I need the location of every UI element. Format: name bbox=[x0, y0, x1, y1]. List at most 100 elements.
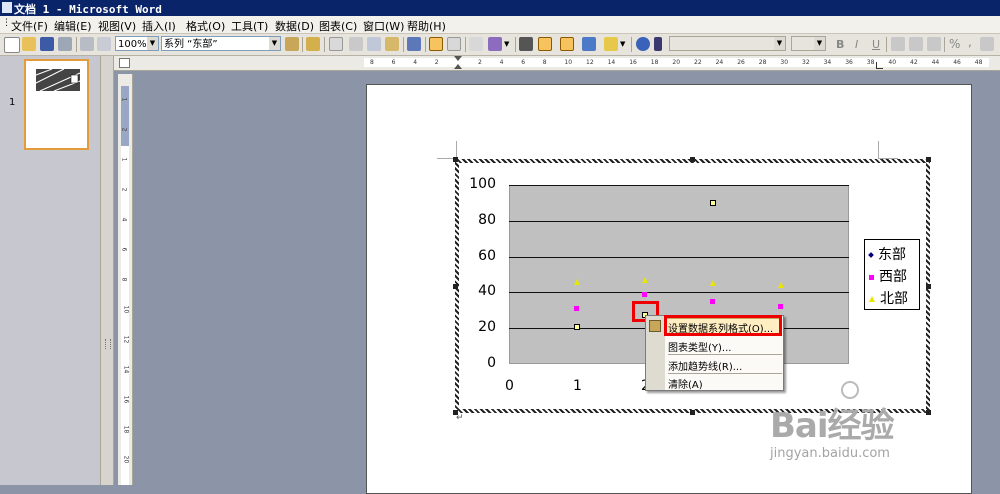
save-icon[interactable] bbox=[40, 37, 54, 51]
ruler-tick-label: 6 bbox=[120, 247, 128, 252]
ruler-tick-label: 36 bbox=[845, 59, 853, 66]
tab-selector-icon[interactable] bbox=[119, 58, 130, 68]
increase-decimal-icon[interactable] bbox=[980, 37, 994, 51]
chart-type-icon[interactable] bbox=[488, 37, 502, 51]
menu-data[interactable]: 数据(D) bbox=[275, 18, 314, 34]
first-line-indent-icon[interactable] bbox=[454, 56, 462, 61]
percent-button[interactable]: % bbox=[949, 37, 960, 51]
ruler-tick-label: 38 bbox=[866, 59, 875, 66]
data-table-icon[interactable] bbox=[469, 37, 483, 51]
ruler-tick-label: 26 bbox=[737, 59, 745, 66]
open-folder-icon[interactable] bbox=[22, 37, 36, 51]
y-tick-label: 100 bbox=[469, 176, 496, 192]
y-gridline bbox=[509, 185, 849, 186]
ruler-tick-label: 1 bbox=[120, 157, 128, 162]
resize-handle[interactable] bbox=[926, 284, 931, 289]
help-icon[interactable] bbox=[636, 37, 650, 51]
ruler-tick-label: 20 bbox=[122, 455, 130, 464]
chevron-down-icon: ▼ bbox=[814, 37, 825, 50]
menu-insert[interactable]: 插入(I) bbox=[142, 18, 176, 34]
chevron-down-icon[interactable]: ▼ bbox=[620, 37, 628, 51]
gridlines-icon[interactable] bbox=[519, 37, 533, 51]
resize-handle[interactable] bbox=[690, 157, 695, 162]
value-gridlines-icon[interactable] bbox=[538, 37, 552, 51]
align-center-icon[interactable] bbox=[909, 37, 923, 51]
font-name-select[interactable]: ▼ bbox=[669, 36, 786, 51]
horizontal-ruler[interactable]: 8 6 4 2 2 4 6 8 10 12 14 16 18 20 22 24 26 28 30 32 34 36 38 40… bbox=[114, 56, 1000, 71]
menu-edit[interactable]: 编辑(E) bbox=[54, 18, 92, 34]
by-row-icon[interactable] bbox=[429, 37, 443, 51]
align-right-icon[interactable] bbox=[927, 37, 941, 51]
drawing-icon[interactable] bbox=[582, 37, 596, 51]
print-icon[interactable] bbox=[80, 37, 94, 51]
resize-handle[interactable] bbox=[926, 157, 931, 162]
y-tick-label: 60 bbox=[478, 248, 496, 264]
ruler-tick-label: 24 bbox=[715, 59, 724, 66]
menu-help[interactable]: 帮助(H) bbox=[407, 18, 446, 34]
undo-icon[interactable] bbox=[407, 37, 421, 51]
toolbar-separator bbox=[76, 37, 77, 52]
new-doc-icon[interactable] bbox=[4, 37, 20, 53]
comma-button[interactable]: , bbox=[968, 35, 972, 49]
toolbar-separator bbox=[302, 37, 303, 52]
format-series-icon[interactable] bbox=[285, 37, 299, 51]
data-point-west bbox=[778, 304, 783, 309]
menu-tools[interactable]: 工具(T) bbox=[231, 18, 268, 34]
cut-icon[interactable] bbox=[349, 37, 363, 51]
menu-item-add-trendline[interactable]: 添加趋势线(R)... bbox=[668, 358, 742, 373]
menu-grip-icon: ⋮ bbox=[2, 18, 11, 28]
toolbar-separator bbox=[403, 37, 404, 52]
copy-icon[interactable] bbox=[367, 37, 381, 51]
import-file-icon[interactable] bbox=[306, 37, 320, 51]
resize-handle[interactable] bbox=[690, 410, 695, 415]
fill-color-icon[interactable] bbox=[604, 37, 618, 51]
splitter-grip-icon bbox=[105, 339, 111, 349]
y-gridline bbox=[509, 292, 849, 293]
italic-button[interactable]: I bbox=[855, 38, 858, 51]
align-left-icon[interactable] bbox=[891, 37, 905, 51]
resize-handle[interactable] bbox=[453, 284, 458, 289]
ruler-tick-label: 14 bbox=[607, 59, 616, 66]
legend-icon[interactable] bbox=[560, 37, 574, 51]
ruler-tick-label: 8 bbox=[120, 277, 128, 282]
font-size-select[interactable]: ▼ bbox=[791, 36, 826, 51]
chart-object-select[interactable]: 系列 “东部” ▼ bbox=[161, 36, 281, 51]
toolbar-separator bbox=[631, 37, 632, 52]
chart-legend[interactable]: 东部 西部 北部 bbox=[864, 239, 920, 310]
permission-icon[interactable] bbox=[58, 37, 72, 51]
menu-window[interactable]: 窗口(W) bbox=[363, 18, 404, 34]
toolbar-options-icon[interactable] bbox=[654, 37, 662, 51]
legend-entry-east: 东部 bbox=[868, 244, 906, 264]
menu-item-clear[interactable]: 清除(A) bbox=[668, 376, 703, 391]
ruler-tick-label: 10 bbox=[564, 59, 573, 66]
print-preview-icon[interactable] bbox=[97, 37, 111, 51]
zoom-select[interactable]: 100% ▼ bbox=[115, 36, 159, 51]
pane-splitter[interactable] bbox=[100, 56, 114, 485]
data-point-east bbox=[710, 200, 716, 206]
data-point-west bbox=[574, 306, 579, 311]
menu-item-chart-type[interactable]: 图表类型(Y)... bbox=[668, 339, 731, 354]
menu-chart[interactable]: 图表(C) bbox=[319, 18, 357, 34]
menu-file[interactable]: 文件(F) bbox=[11, 18, 48, 34]
underline-button[interactable]: U bbox=[872, 38, 880, 51]
ruler-tick-label: 12 bbox=[122, 335, 130, 344]
paste-icon[interactable] bbox=[385, 37, 399, 51]
by-column-icon[interactable] bbox=[447, 37, 461, 51]
menu-view[interactable]: 视图(V) bbox=[98, 18, 136, 34]
ruler-tick-label: 18 bbox=[650, 59, 659, 66]
bold-button[interactable]: B bbox=[836, 38, 844, 51]
data-point-north bbox=[778, 282, 784, 288]
legend-label-north: 北部 bbox=[880, 291, 908, 307]
right-indent-icon[interactable] bbox=[876, 62, 883, 69]
vertical-ruler[interactable]: 1 2 1 2 4 6 8 10 12 14 16 18 20 bbox=[118, 74, 133, 485]
resize-handle[interactable] bbox=[453, 157, 458, 162]
menu-format[interactable]: 格式(O) bbox=[186, 18, 225, 34]
menu-separator bbox=[668, 373, 782, 374]
datasheet-icon[interactable] bbox=[329, 37, 343, 51]
ruler-tick-label: 8 bbox=[370, 59, 374, 66]
legend-label-east: 东部 bbox=[878, 247, 906, 263]
chevron-down-icon[interactable]: ▼ bbox=[504, 37, 512, 51]
left-indent-icon[interactable] bbox=[454, 64, 462, 69]
ruler-tick-label: 2 bbox=[120, 187, 128, 192]
page-thumbnail[interactable] bbox=[24, 59, 89, 150]
